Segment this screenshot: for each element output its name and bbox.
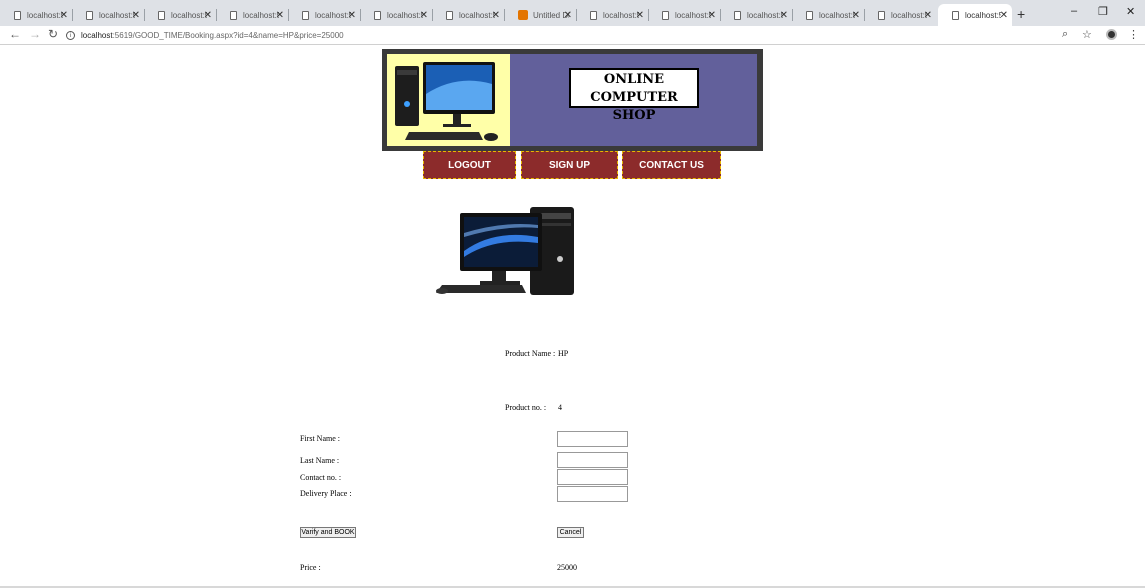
browser-tabstrip: localhost:5619 ✕ localhost:5619 ✕ localh… bbox=[0, 0, 1145, 26]
url-host: localhost bbox=[81, 30, 113, 40]
browser-tab[interactable]: localhost:5619 ✕ bbox=[288, 4, 361, 26]
browser-tab[interactable]: localhost:5619 ✕ bbox=[864, 4, 936, 26]
close-tab-icon[interactable]: ✕ bbox=[348, 10, 356, 21]
product-no-value: 4 bbox=[558, 403, 562, 412]
browser-tab[interactable]: localhost:5619 ✕ bbox=[144, 4, 217, 26]
banner-title-panel: ONLINE COMPUTER SHOP bbox=[510, 54, 757, 146]
browser-tab[interactable]: localhost:5619 ✕ bbox=[0, 4, 73, 26]
page-icon bbox=[446, 10, 453, 20]
page-icon bbox=[302, 10, 309, 20]
profile-avatar-icon[interactable] bbox=[1106, 29, 1117, 40]
tab-title: localhost:5619 bbox=[315, 10, 351, 20]
product-name-label: Product Name : bbox=[505, 349, 556, 358]
verify-and-book-button[interactable]: Varify and BOOK bbox=[300, 527, 356, 538]
forward-icon[interactable]: → bbox=[29, 27, 41, 41]
back-icon[interactable]: ← bbox=[9, 27, 21, 41]
close-tab-icon[interactable]: ✕ bbox=[492, 10, 500, 21]
close-tab-icon[interactable]: ✕ bbox=[708, 10, 716, 21]
browser-tab-active[interactable]: localhost:5619 ✕ bbox=[938, 4, 1012, 26]
tab-title: localhost:5619 bbox=[459, 10, 495, 20]
page-icon bbox=[952, 10, 959, 20]
close-tab-icon[interactable]: ✕ bbox=[564, 10, 572, 21]
browser-tab[interactable]: localhost:5619 ✕ bbox=[720, 4, 793, 26]
restore-icon[interactable]: ❐ bbox=[1098, 5, 1108, 18]
browser-tab[interactable]: localhost:5619 ✕ bbox=[432, 4, 505, 26]
banner-logo-panel bbox=[387, 54, 510, 146]
product-image bbox=[436, 207, 574, 295]
tab-title: localhost:5619 bbox=[965, 10, 1001, 20]
first-name-label: First Name : bbox=[300, 434, 340, 443]
page-icon bbox=[662, 10, 669, 20]
tab-title: localhost:5619 bbox=[243, 10, 279, 20]
browser-tab[interactable]: localhost:5619 ✕ bbox=[216, 4, 289, 26]
browser-tab[interactable]: localhost:5619 ✕ bbox=[576, 4, 649, 26]
shop-title: ONLINE COMPUTER SHOP bbox=[569, 68, 699, 123]
zoom-icon[interactable]: ⌕ bbox=[1062, 28, 1068, 41]
shop-title-line-1: ONLINE bbox=[603, 72, 665, 87]
price-label: Price : bbox=[300, 563, 321, 572]
url-path: :5619/GOOD_TIME/Booking.aspx?id=4&name=H… bbox=[112, 30, 344, 40]
contact-no-input[interactable] bbox=[557, 469, 628, 485]
tab-title: localhost:5619 bbox=[387, 10, 423, 20]
page-icon bbox=[230, 10, 237, 20]
close-tab-icon[interactable]: ✕ bbox=[636, 10, 644, 21]
page-icon bbox=[878, 10, 885, 20]
browser-tab[interactable]: localhost:5619 ✕ bbox=[360, 4, 433, 26]
minimize-icon[interactable]: – bbox=[1071, 5, 1077, 17]
close-tab-icon[interactable]: ✕ bbox=[1000, 10, 1008, 21]
close-tab-icon[interactable]: ✕ bbox=[132, 10, 140, 21]
delivery-place-label: Delivery Place : bbox=[300, 489, 352, 498]
delivery-place-input[interactable] bbox=[557, 486, 628, 502]
browser-tab[interactable]: Untitled Diagram ✕ bbox=[504, 4, 577, 26]
close-tab-icon[interactable]: ✕ bbox=[60, 10, 68, 21]
site-info-icon[interactable]: i bbox=[66, 30, 75, 40]
close-window-icon[interactable]: ✕ bbox=[1126, 5, 1135, 18]
close-tab-icon[interactable]: ✕ bbox=[924, 10, 932, 21]
product-name-value: HP bbox=[558, 349, 569, 358]
page-icon bbox=[14, 10, 21, 20]
shop-title-line-2: COMPUTER SHOP bbox=[590, 90, 678, 123]
logout-button[interactable]: LOGOUT bbox=[423, 151, 516, 179]
close-tab-icon[interactable]: ✕ bbox=[780, 10, 788, 21]
price-value: 25000 bbox=[557, 563, 577, 572]
cancel-button[interactable]: Cancel bbox=[557, 527, 584, 538]
page-icon bbox=[734, 10, 741, 20]
page-icon bbox=[374, 10, 381, 20]
last-name-label: Last Name : bbox=[300, 456, 340, 465]
tab-title: localhost:5619 bbox=[819, 10, 855, 20]
browser-toolbar: ← → ↻ i localhost:5619/GOOD_TIME/Booking… bbox=[0, 26, 1145, 45]
page-icon bbox=[806, 10, 813, 20]
site-banner: ONLINE COMPUTER SHOP bbox=[382, 49, 763, 151]
tab-title: localhost:5619 bbox=[675, 10, 711, 20]
product-no-label: Product no. : bbox=[505, 403, 547, 412]
browser-tab[interactable]: localhost:5619 ✕ bbox=[72, 4, 145, 26]
tab-title: localhost:5619 bbox=[171, 10, 207, 20]
diagram-app-icon bbox=[518, 10, 528, 20]
signup-button[interactable]: SIGN UP bbox=[521, 151, 618, 179]
browser-tab[interactable]: localhost:5619 ✕ bbox=[792, 4, 865, 26]
tab-title: localhost:5619 bbox=[891, 10, 927, 20]
tab-title: localhost:5619 bbox=[747, 10, 783, 20]
page-icon bbox=[158, 10, 165, 20]
tab-title: localhost:5619 bbox=[603, 10, 639, 20]
desktop-computer-logo-icon bbox=[395, 62, 498, 141]
contact-us-button[interactable]: CONTACT US bbox=[622, 151, 721, 179]
address-bar[interactable]: i localhost:5619/GOOD_TIME/Booking.aspx?… bbox=[66, 27, 1076, 43]
new-tab-icon[interactable]: + bbox=[1017, 6, 1025, 22]
tab-title: localhost:5619 bbox=[99, 10, 135, 20]
page-icon bbox=[590, 10, 597, 20]
close-tab-icon[interactable]: ✕ bbox=[204, 10, 212, 21]
first-name-input[interactable] bbox=[557, 431, 628, 447]
reload-icon[interactable]: ↻ bbox=[48, 27, 58, 41]
browser-tab[interactable]: localhost:5619 ✕ bbox=[648, 4, 721, 26]
page-icon bbox=[86, 10, 93, 20]
contact-no-label: Contact no. : bbox=[300, 473, 342, 482]
menu-kebab-icon[interactable]: ⋮ bbox=[1128, 28, 1139, 41]
bookmark-star-icon[interactable]: ☆ bbox=[1082, 28, 1092, 41]
tab-title: localhost:5619 bbox=[27, 10, 63, 20]
close-tab-icon[interactable]: ✕ bbox=[852, 10, 860, 21]
close-tab-icon[interactable]: ✕ bbox=[420, 10, 428, 21]
last-name-input[interactable] bbox=[557, 452, 628, 468]
close-tab-icon[interactable]: ✕ bbox=[276, 10, 284, 21]
